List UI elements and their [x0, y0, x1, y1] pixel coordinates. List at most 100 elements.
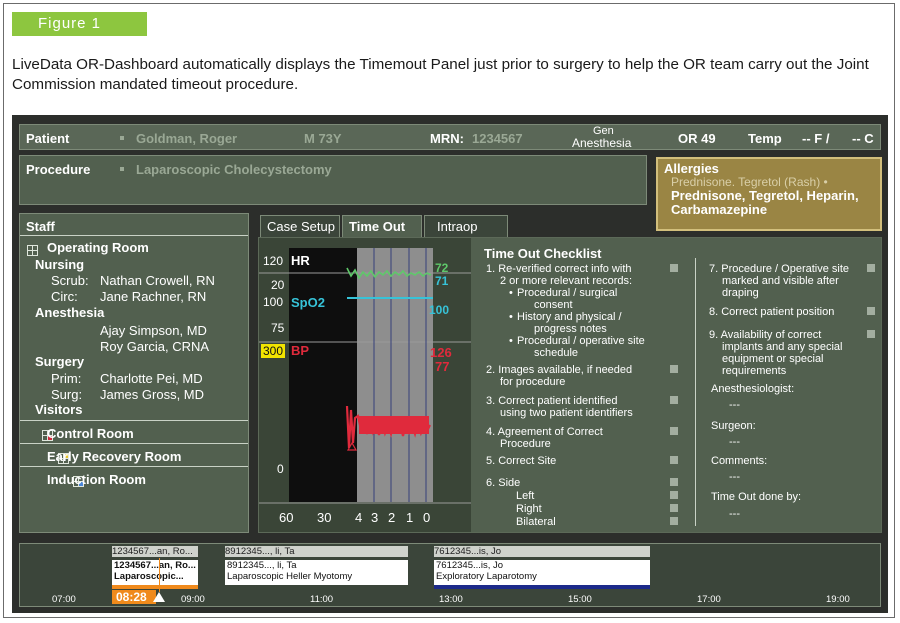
checklist-item-9-checkbox[interactable] — [867, 330, 875, 338]
checklist-item-7-cont: marked and visible after — [722, 275, 839, 287]
tab-case-setup[interactable]: Case Setup — [260, 215, 340, 237]
nursing-label: Nursing — [35, 257, 85, 272]
case-2-block[interactable]: 8912345..., li, Ta Laparoscopic Heller M… — [225, 560, 408, 585]
control-room-label[interactable]: Control Room — [47, 426, 134, 441]
current-time-line — [159, 558, 160, 592]
x-tick: 0 — [423, 510, 431, 525]
checklist-item-4-cont: Procedure — [500, 438, 551, 450]
checklist-column-divider — [695, 258, 696, 526]
y-tick-20: 20 — [271, 278, 285, 292]
bp-label: BP — [291, 343, 310, 358]
anesthesia-label: Anesthesia — [35, 305, 105, 320]
checklist-item-2: 2. Images available, if needed — [486, 364, 633, 376]
room-divider — [20, 443, 248, 444]
bullet-icon: • — [509, 311, 513, 323]
induction-room-label[interactable]: Induction Room — [47, 472, 146, 487]
anesthesiologist-value[interactable]: --- — [729, 399, 740, 411]
tab-case-setup-label: Case Setup — [267, 219, 335, 234]
current-time-marker-icon — [153, 592, 165, 602]
hr-value-1: 72 — [435, 261, 449, 275]
y-tick-75: 75 — [271, 321, 285, 335]
case-3-procedure: Exploratory Laparotomy — [436, 571, 537, 582]
checklist-item-5-checkbox[interactable] — [670, 456, 678, 464]
y-tick-100: 100 — [263, 295, 284, 309]
x-tick: 1 — [406, 510, 414, 525]
current-time: 08:28 — [116, 590, 147, 604]
time-tick: 07:00 — [52, 594, 76, 605]
x-tick: 3 — [371, 510, 379, 525]
checklist-item-1-cont: 2 or more relevant records: — [500, 275, 633, 287]
surg-role: Surg: — [51, 387, 83, 402]
checklist-item-7-cont2: draping — [722, 287, 759, 299]
side-left-checkbox[interactable] — [670, 491, 678, 499]
comments-value[interactable]: --- — [729, 471, 740, 483]
side-right-checkbox[interactable] — [670, 504, 678, 512]
scrub-name: Nathan Crowell, RN — [100, 273, 215, 288]
circ-name: Jane Rachner, RN — [100, 289, 207, 304]
procedure-value: Laparoscopic Cholecystectomy — [136, 162, 332, 177]
case-1-procedure: Laparoscopic... — [114, 571, 184, 582]
staff-title: Staff — [26, 219, 55, 234]
side-left: Left — [516, 490, 535, 502]
checklist-item-5: 5. Correct Site — [486, 455, 557, 467]
side-bilateral: Bilateral — [516, 516, 556, 528]
checklist-item-3-cont: using two patient identifiers — [500, 407, 633, 419]
allergies-line-1: Prednisone, Tegretol, Heparin, — [671, 188, 859, 203]
time-tick: 19:00 — [826, 594, 850, 605]
side-right: Right — [516, 503, 542, 515]
allergies-panel: Allergies Prednisone. Tegretol (Rash) • … — [656, 157, 882, 231]
checklist-item-9: 9. Availability of correct — [709, 329, 822, 341]
checklist-item-1-checkbox[interactable] — [670, 264, 678, 272]
side-bilateral-checkbox[interactable] — [670, 517, 678, 525]
time-tick: 09:00 — [181, 594, 205, 605]
time-out-panel: 120 HR 20 100 SpO2 75 300 BP 0 72 71 100… — [258, 237, 882, 533]
case-3-header[interactable]: 7612345...is, Jo — [434, 546, 650, 557]
bp-scale-tag: 300 — [261, 344, 286, 358]
operating-room-icon — [27, 245, 38, 257]
checklist-item-7-checkbox[interactable] — [867, 264, 875, 272]
procedure-panel: Procedure Laparoscopic Cholecystectomy — [19, 155, 647, 205]
checklist-sub-3-cont: schedule — [534, 347, 579, 359]
checklist-item-8-checkbox[interactable] — [867, 307, 875, 315]
case-1-header[interactable]: 1234567...an, Ro... — [112, 546, 198, 557]
patient-name: Goldman, Roger — [136, 131, 238, 146]
operating-room-label[interactable]: Operating Room — [47, 240, 149, 255]
x-tick: 2 — [388, 510, 396, 525]
early-recovery-room-label[interactable]: Early Recovery Room — [47, 449, 181, 464]
room-divider — [20, 420, 248, 421]
checklist-sub-2: History and physical / — [517, 311, 622, 323]
temp-c: -- C — [852, 131, 874, 146]
checklist-item-9-cont2: equipment or special — [722, 353, 824, 365]
surg-name: James Gross, MD — [100, 387, 205, 402]
case-2-header[interactable]: 8912345..., li, Ta — [225, 546, 408, 557]
bullet-icon — [120, 167, 124, 171]
checklist-item-9-cont: implants and any special — [722, 341, 843, 353]
tab-time-out[interactable]: Time Out — [342, 215, 422, 237]
time-tick: 17:00 — [697, 594, 721, 605]
checklist-sub-3: Procedural / operative site — [517, 335, 645, 347]
hr-label: HR — [291, 253, 310, 268]
checklist-sub-1: Procedural / surgical — [517, 287, 618, 299]
checklist-item-4: 4. Agreement of Correct — [486, 426, 603, 438]
case-2-procedure: Laparoscopic Heller Myotomy — [227, 571, 353, 582]
checklist-sub-2-cont: progress notes — [534, 323, 607, 335]
tab-intraop[interactable]: Intraop — [424, 215, 508, 237]
bullet-icon: • — [509, 335, 513, 347]
bullet-icon: • — [509, 287, 513, 299]
checklist-item-2-checkbox[interactable] — [670, 365, 678, 373]
case-1-block[interactable]: 1234567...an, Ro... Laparoscopic... — [112, 560, 198, 585]
time-out-done-by-value[interactable]: --- — [729, 508, 740, 520]
staff-divider — [20, 235, 248, 236]
checklist-item-4-checkbox[interactable] — [670, 427, 678, 435]
case-3-block[interactable]: 7612345...is, Jo Exploratory Laparotomy — [434, 560, 650, 585]
time-tick: 11:00 — [310, 594, 334, 605]
checklist-item-6-checkbox[interactable] — [670, 478, 678, 486]
checklist-item-9-cont3: requirements — [722, 365, 787, 377]
surgeon-value[interactable]: --- — [729, 436, 740, 448]
checklist-item-3-checkbox[interactable] — [670, 396, 678, 404]
surgery-label: Surgery — [35, 354, 85, 369]
checklist-item-3: 3. Correct patient identified — [486, 395, 618, 407]
anesthesiologist-label: Anesthesiologist: — [711, 383, 795, 395]
bp-diastolic-value: 77 — [435, 359, 450, 374]
x-tick: 30 — [317, 510, 332, 525]
